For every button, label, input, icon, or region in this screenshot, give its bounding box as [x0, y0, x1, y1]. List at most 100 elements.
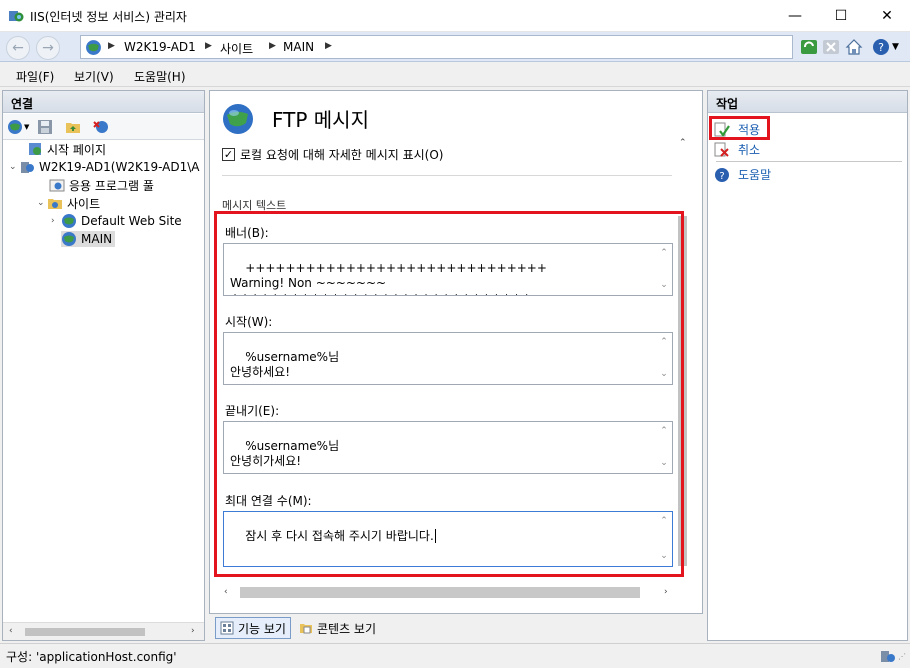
connections-tree: 시작 페이지 ⌄ W2K19-AD1(W2K19-AD1\A 응용 프로그램 풀…	[3, 140, 204, 248]
apply-action[interactable]: 적용	[714, 121, 760, 138]
title-bar: IIS(인터넷 정보 서비스) 관리자 — ☐ ✕	[0, 0, 910, 32]
scroll-left-icon[interactable]: ‹	[9, 626, 13, 636]
breadcrumb-server[interactable]: W2K19-AD1	[124, 40, 196, 54]
scroll-up-icon[interactable]: ⌃	[658, 514, 670, 529]
scroll-thumb[interactable]	[25, 628, 145, 636]
tree-item-default-web-site[interactable]: › Default Web Site	[3, 212, 204, 230]
scroll-down-icon[interactable]: ⌄	[658, 367, 670, 382]
max-connections-text: 잠시 후 다시 접속해 주시기 바랍니다.	[245, 529, 434, 543]
menu-help[interactable]: 도움말(H)	[134, 68, 186, 85]
maximize-button[interactable]: ☐	[818, 0, 864, 32]
tree-item-app-pools[interactable]: 응용 프로그램 풀	[3, 176, 204, 194]
page-title: FTP 메시지	[272, 108, 369, 132]
menu-file[interactable]: 파일(F)	[16, 68, 54, 85]
collapse-arrow-icon[interactable]: ⌄	[37, 198, 47, 208]
stop-icon[interactable]	[822, 38, 840, 56]
exit-textarea[interactable]: %username%님 안녕히가세요! ⌃ ⌄	[223, 421, 673, 474]
back-arrow-icon: ←	[12, 40, 24, 56]
breadcrumb-sites[interactable]: 사이트	[220, 40, 253, 57]
detailed-messages-checkbox[interactable]: ✓	[222, 148, 235, 161]
connections-panel: 연결 ▼ 시작 페이지 ⌄ W2K19-AD1(W2K19-AD1\A 응용 프…	[2, 90, 205, 641]
network-status-icon	[881, 651, 895, 662]
status-bar: 구성: 'applicationHost.config' ⋰	[0, 643, 910, 668]
app-pool-icon	[49, 179, 65, 192]
sites-folder-icon	[48, 199, 62, 209]
scroll-up-icon[interactable]: ⌃	[658, 246, 670, 261]
exit-text: %username%님 안녕히가세요!	[230, 439, 340, 468]
breadcrumb-separator-icon: ▶	[108, 41, 115, 51]
breadcrumb-main[interactable]: MAIN	[283, 40, 314, 54]
breadcrumb-separator-icon: ▶	[325, 41, 332, 51]
tree-item-main-selection: MAIN	[61, 231, 116, 247]
divider	[222, 175, 672, 176]
tab-label: 기능 보기	[238, 621, 286, 636]
content-view-icon	[300, 624, 312, 634]
scroll-down-icon[interactable]: ⌄	[658, 549, 670, 564]
detailed-messages-checkbox-row[interactable]: ✓ 로컬 요청에 대해 자세한 메시지 표시(O)	[222, 146, 443, 163]
cancel-x-icon	[714, 142, 729, 157]
tree-item-label: W2K19-AD1(W2K19-AD1\A	[39, 160, 200, 174]
site-globe-icon	[62, 214, 76, 228]
tree-item-server[interactable]: ⌄ W2K19-AD1(W2K19-AD1\A	[3, 158, 204, 176]
welcome-label: 시작(W):	[225, 315, 273, 329]
scroll-down-icon[interactable]: ⌄	[658, 278, 670, 293]
view-tabs: 기능 보기 콘텐츠 보기	[209, 614, 703, 641]
minimize-button[interactable]: —	[772, 0, 818, 32]
tree-item-label: 시작 페이지	[47, 142, 107, 157]
scroll-left-icon[interactable]: ‹	[224, 587, 228, 597]
scroll-right-icon[interactable]: ›	[664, 587, 668, 597]
tree-item-start-page[interactable]: 시작 페이지	[3, 140, 204, 158]
max-connections-textarea[interactable]: 잠시 후 다시 접속해 주시기 바랍니다. ⌃ ⌄	[223, 511, 673, 567]
banner-textarea[interactable]: ++++++++++++++++++++++++++++++ Warning! …	[223, 243, 673, 296]
cancel-action[interactable]: 취소	[714, 141, 760, 158]
actions-divider	[716, 161, 902, 162]
help-circle-icon: ?	[715, 167, 729, 182]
tab-features-view[interactable]: 기능 보기	[215, 617, 291, 639]
tree-item-main[interactable]: MAIN	[3, 230, 204, 248]
menu-view[interactable]: 보기(V)	[74, 68, 114, 85]
collapse-arrow-icon[interactable]: ⌄	[9, 162, 19, 172]
help-action[interactable]: ? 도움말	[714, 166, 771, 183]
start-page-icon	[29, 143, 41, 155]
breadcrumb-separator-icon: ▶	[205, 41, 212, 51]
refresh-icon[interactable]	[800, 38, 818, 56]
connect-globe-icon[interactable]	[7, 119, 23, 135]
apply-check-icon	[714, 122, 730, 137]
help-icon[interactable]: ?	[872, 38, 890, 56]
tree-item-sites[interactable]: ⌄ 사이트	[3, 194, 204, 212]
disconnect-icon[interactable]	[93, 119, 109, 135]
exit-label: 끝내기(E):	[225, 404, 280, 418]
tree-item-label: 응용 프로그램 풀	[69, 178, 154, 193]
banner-label: 배너(B):	[225, 226, 269, 240]
cancel-link[interactable]: 취소	[738, 141, 760, 158]
save-icon[interactable]	[37, 119, 53, 135]
scroll-right-icon[interactable]: ›	[191, 626, 195, 636]
apply-link[interactable]: 적용	[738, 121, 760, 138]
scroll-up-icon[interactable]: ⌃	[658, 335, 670, 350]
connect-dropdown-icon[interactable]: ▼	[24, 123, 29, 131]
home-icon[interactable]	[845, 38, 863, 56]
scroll-up-icon[interactable]: ⌃	[658, 424, 670, 439]
back-button[interactable]: ←	[6, 36, 30, 60]
close-button[interactable]: ✕	[864, 0, 910, 32]
scroll-up-icon[interactable]: ⌃	[679, 138, 687, 148]
server-icon	[21, 162, 34, 173]
breadcrumb-separator-icon: ▶	[269, 41, 276, 51]
tab-content-view[interactable]: 콘텐츠 보기	[295, 617, 380, 639]
help-dropdown-icon[interactable]: ▼	[892, 42, 899, 52]
address-box[interactable]: ▶ W2K19-AD1 ▶ 사이트 ▶ MAIN ▶	[80, 35, 793, 59]
scroll-down-icon[interactable]: ⌄	[658, 456, 670, 471]
connections-hscrollbar[interactable]: ‹ ›	[3, 622, 204, 640]
menu-bar: 파일(F) 보기(V) 도움말(H)	[0, 63, 910, 87]
welcome-textarea[interactable]: %username%님 안녕하세요! ⌃ ⌄	[223, 332, 673, 385]
resize-grip-icon[interactable]: ⋰	[898, 652, 906, 661]
forward-button[interactable]: →	[36, 36, 60, 60]
connections-toolbar: ▼	[3, 114, 204, 140]
scroll-thumb[interactable]	[240, 587, 640, 598]
expand-arrow-icon[interactable]: ›	[51, 216, 61, 226]
folder-up-icon[interactable]	[65, 119, 81, 135]
status-text: 구성: 'applicationHost.config'	[6, 650, 177, 664]
help-link[interactable]: 도움말	[738, 166, 771, 183]
max-connections-label: 최대 연결 수(M):	[225, 494, 312, 508]
center-hscrollbar[interactable]: ‹ ›	[214, 584, 684, 602]
